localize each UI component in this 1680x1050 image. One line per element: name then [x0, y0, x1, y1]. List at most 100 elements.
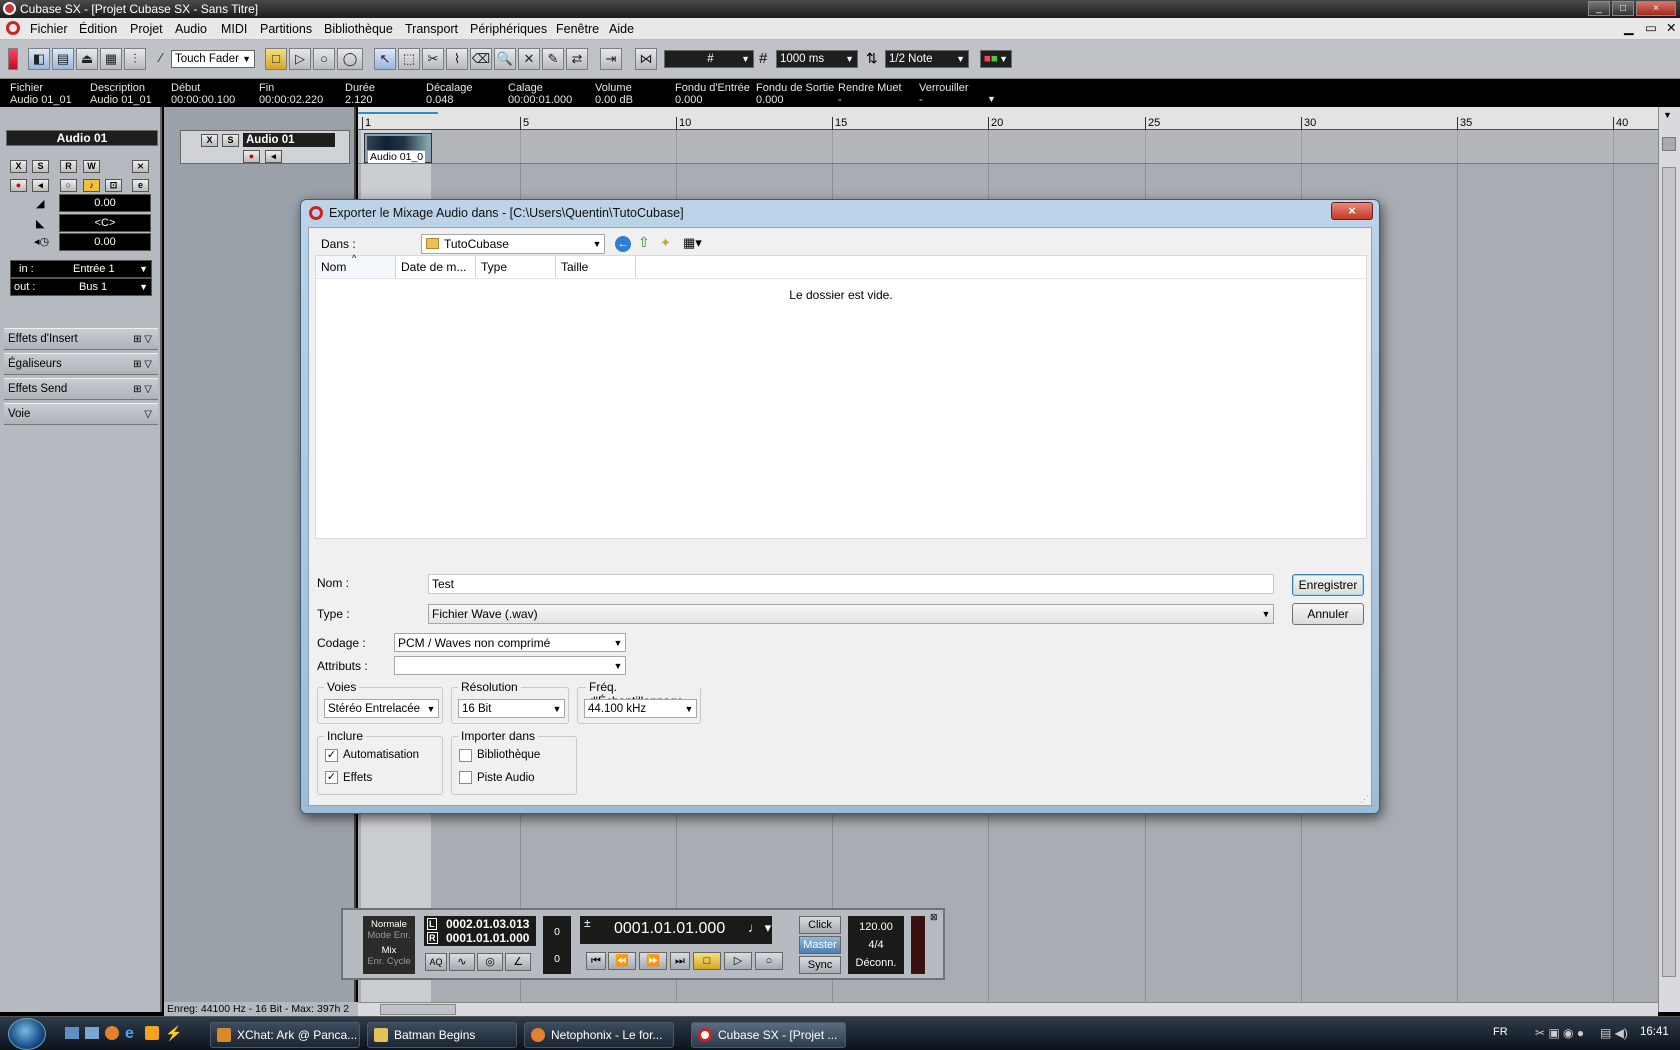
info-fondu-entree[interactable]: Fondu d'Entrée 0.000: [675, 82, 750, 106]
inspector-write-button[interactable]: W: [83, 160, 100, 173]
network-icon[interactable]: ▤ ◀): [1600, 1026, 1628, 1040]
file-name-input[interactable]: Test: [428, 574, 1274, 594]
inspector-track-name[interactable]: Audio 01: [6, 130, 158, 146]
file-list[interactable]: Nom ^ Date de m... Type Taille Le dossie…: [315, 253, 1367, 539]
info-debut[interactable]: Début 00:00:00.100: [171, 82, 235, 106]
horizontal-scrollbar[interactable]: [358, 1002, 1658, 1016]
automation-checkbox[interactable]: ✓: [325, 749, 338, 762]
info-decalage[interactable]: Décalage 0.048: [426, 82, 472, 106]
view-menu-icon[interactable]: ▦▾: [683, 235, 702, 251]
auto-quantize-button[interactable]: AQ: [425, 953, 447, 971]
up-folder-icon[interactable]: ⇧: [638, 234, 650, 251]
task-batman[interactable]: Batman Begins: [367, 1022, 517, 1048]
goto-start-icon[interactable]: ⏮: [586, 952, 606, 970]
coding-select[interactable]: PCM / Waves non comprimé ▼: [394, 633, 626, 652]
menu-partitions[interactable]: Partitions: [260, 22, 312, 36]
left-locator[interactable]: 0002.01.03.013: [446, 917, 529, 931]
play-button[interactable]: ▷: [724, 952, 752, 970]
minimize-button[interactable]: _: [1588, 1, 1610, 16]
color-select[interactable]: ■■ ▼: [980, 50, 1012, 68]
library-checkbox[interactable]: [459, 749, 472, 762]
start-button[interactable]: [8, 1018, 46, 1050]
inspector-volume[interactable]: 0.00: [59, 194, 151, 212]
column-size[interactable]: Taille: [556, 256, 636, 278]
click-button[interactable]: Click: [799, 916, 841, 934]
infoline-toggle-icon[interactable]: ▤: [52, 48, 74, 70]
doc-minimize-button[interactable]: ▁: [1624, 20, 1634, 35]
save-button[interactable]: Enregistrer: [1292, 574, 1364, 596]
new-folder-icon[interactable]: ✦: [660, 235, 671, 251]
preroll-toggle-icon[interactable]: ∿: [449, 953, 475, 971]
inspector-solo-button[interactable]: S: [32, 160, 49, 173]
attributes-select[interactable]: ▼: [394, 656, 626, 675]
folder-select[interactable]: TutoCubase ▼: [421, 234, 605, 254]
position-display[interactable]: ± 0001.01.01.000 ♩ ▾: [580, 916, 772, 944]
menu-fichier[interactable]: Fichier: [30, 22, 68, 36]
maximize-button[interactable]: □: [1612, 1, 1634, 16]
fast-forward-icon[interactable]: ⏩: [639, 952, 667, 970]
inspector-pan[interactable]: <C>: [59, 214, 151, 232]
cycle-range-marker[interactable]: [358, 109, 438, 114]
track-row[interactable]: X S Audio 01 ● ◂: [180, 130, 350, 164]
scrub-tool-icon[interactable]: ⇄: [566, 48, 588, 70]
track-name[interactable]: Audio 01: [243, 133, 335, 147]
inspector-edit-e-icon[interactable]: e: [132, 179, 149, 192]
vertical-scrollbar[interactable]: ▼: [1658, 107, 1680, 1012]
post-roll[interactable]: 0: [543, 953, 571, 965]
column-date[interactable]: Date de m...: [396, 256, 476, 278]
ie-icon[interactable]: e: [125, 1025, 134, 1043]
menu-peripheriques[interactable]: Périphériques: [470, 22, 547, 36]
inspector-mute-button[interactable]: X: [10, 160, 27, 173]
section-egaliseurs[interactable]: Égaliseurs ⊞ ▽: [4, 353, 158, 375]
audio-track-checkbox[interactable]: [459, 771, 472, 784]
menu-audio[interactable]: Audio: [175, 22, 207, 36]
inspector-timebase-icon[interactable]: ○: [60, 179, 77, 192]
app-menu-icon[interactable]: [6, 21, 20, 35]
draw-tool-icon[interactable]: ✎: [542, 48, 564, 70]
infoline-dropdown-icon[interactable]: ▼: [987, 94, 996, 104]
info-calage[interactable]: Calage 00:00:01.000: [508, 82, 572, 106]
menu-edition[interactable]: Édition: [79, 22, 117, 36]
right-locator[interactable]: 0001.01.01.000: [446, 931, 529, 945]
dialog-close-button[interactable]: ×: [1331, 202, 1373, 220]
close-button[interactable]: ×: [1636, 1, 1676, 16]
section-voie[interactable]: Voie ▽: [4, 403, 158, 425]
split-tool-icon[interactable]: ✂: [422, 48, 444, 70]
media-icon[interactable]: [145, 1026, 159, 1040]
pool-icon[interactable]: ▦: [100, 48, 122, 70]
track-monitor-icon[interactable]: ◂: [265, 150, 282, 163]
locators-display[interactable]: L 0002.01.03.013 R 0001.01.01.000: [424, 916, 536, 946]
info-volume[interactable]: Volume 0.00 dB: [595, 82, 633, 106]
mute-tool-icon[interactable]: ✕: [518, 48, 540, 70]
grid-select[interactable]: 1000 ms ▼: [776, 50, 858, 68]
autoscroll-icon[interactable]: ⇥: [600, 48, 622, 70]
erase-tool-icon[interactable]: ⌫: [470, 48, 492, 70]
doc-restore-button[interactable]: ▭: [1645, 20, 1657, 35]
clock[interactable]: 16:41: [1640, 1026, 1669, 1038]
inspector-read-button[interactable]: R: [60, 160, 77, 173]
rewind-icon[interactable]: ⏪: [608, 952, 636, 970]
info-rendre-muet[interactable]: Rendre Muet -: [838, 82, 902, 106]
effects-checkbox[interactable]: ✓: [325, 771, 338, 784]
postroll-toggle-icon[interactable]: ∠: [505, 953, 531, 971]
task-netophonix[interactable]: Netophonix - Le for...: [524, 1022, 674, 1048]
cancel-button[interactable]: Annuler: [1292, 603, 1364, 625]
doc-close-button[interactable]: ✕: [1666, 20, 1676, 35]
record-mode-panel[interactable]: Normale Mode Enr. Mix Enr. Cycle: [363, 916, 415, 974]
tray-icons[interactable]: ✂ ▣ ◉ ●: [1535, 1026, 1584, 1040]
menu-bibliotheque[interactable]: Bibliothèque: [324, 22, 393, 36]
launcher-icon[interactable]: ⚡: [165, 1025, 182, 1042]
info-fin[interactable]: Fin 00:00:02.220: [259, 82, 323, 106]
stop-small-icon[interactable]: □: [265, 48, 287, 70]
inspector-edit-icon[interactable]: ⨯: [132, 160, 149, 173]
back-icon[interactable]: ←: [615, 236, 631, 252]
show-desktop-icon[interactable]: [65, 1027, 79, 1039]
section-effets-send[interactable]: Effets Send ⊞ ▽: [4, 378, 158, 400]
snap-mode-select[interactable]: # ▼: [664, 50, 754, 68]
display-format-icon[interactable]: ♩ ▾: [748, 920, 771, 936]
hscroll-thumb[interactable]: [380, 1004, 456, 1015]
info-verrouiller[interactable]: Verrouiller -: [919, 82, 969, 106]
pre-roll[interactable]: 0: [543, 926, 571, 938]
stop-button[interactable]: □: [693, 952, 721, 970]
transport-close-icon[interactable]: ⊠: [930, 912, 938, 923]
